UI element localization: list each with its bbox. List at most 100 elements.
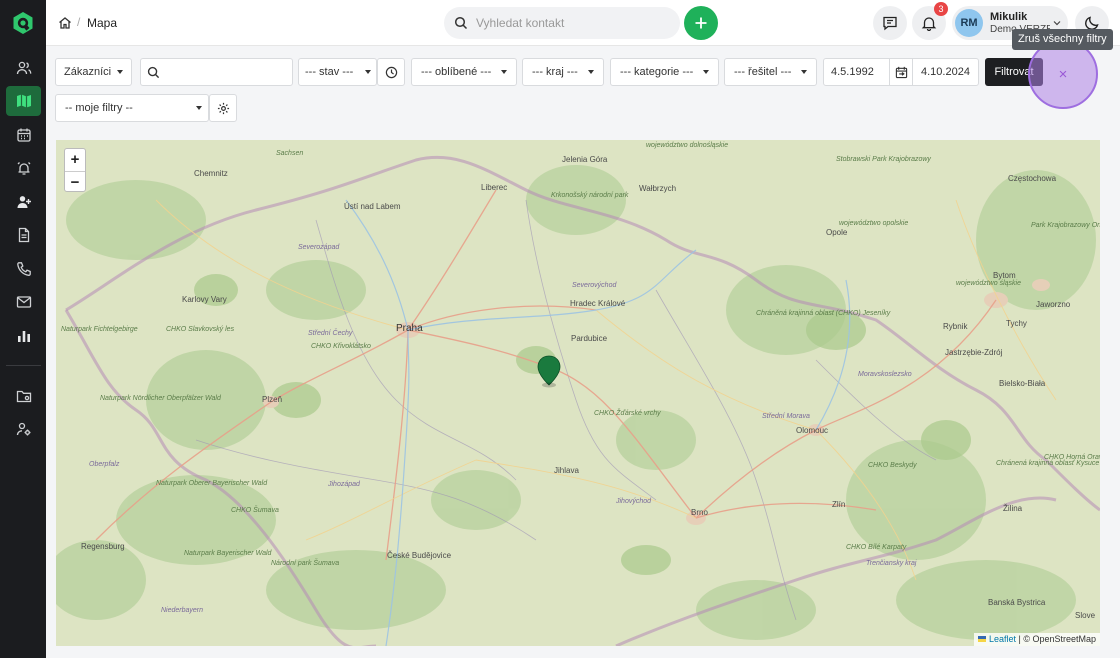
map-label-area: CHKO Šumava — [231, 507, 279, 514]
users-icon — [16, 61, 31, 75]
oblibene-select-label: --- oblíbené --- — [421, 66, 492, 78]
sidebar-item-calls[interactable] — [6, 254, 41, 284]
map-label-city: Hradec Králové — [570, 299, 626, 308]
caret-down-icon — [703, 70, 709, 74]
ukraine-flag-icon — [978, 636, 987, 642]
caret-down-icon — [117, 70, 123, 74]
plus-icon — [695, 17, 707, 29]
map-label-city: Liberec — [481, 183, 508, 192]
map-label-region: Niederbayern — [161, 607, 204, 614]
leaflet-link[interactable]: Leaflet — [989, 634, 1016, 644]
date-range-field[interactable]: 4.5.1992 4.10.2024 — [823, 58, 979, 86]
search-input[interactable] — [476, 7, 672, 39]
map-label-area: Chráněná krajinná oblast (CHKO) Jeseníky — [756, 310, 891, 317]
kategorie-select-label: --- kategorie --- — [620, 66, 694, 78]
home-icon[interactable] — [58, 16, 72, 30]
map-label-city: Regensburg — [81, 542, 125, 551]
map-label-city: Jelenia Góra — [562, 155, 608, 164]
my-filters-select[interactable]: -- moje filtry -- — [55, 94, 209, 122]
map-label-city: Žilina — [1003, 504, 1023, 513]
sidebar-item-calendar[interactable] — [6, 120, 41, 150]
avatar: RM — [955, 9, 983, 37]
map-label-city: Chemnitz — [194, 169, 228, 178]
sidebar-item-documents[interactable] — [6, 220, 41, 250]
mail-icon — [16, 296, 31, 308]
map-view[interactable]: + − Praha Jelenia Góra Wałbrzych Chemnit… — [56, 140, 1100, 646]
map-label-region: województwo opolskie — [839, 220, 909, 227]
map-label-city: Plzeň — [262, 395, 283, 404]
caret-down-icon — [588, 70, 594, 74]
map-label-city: Praha — [396, 323, 423, 334]
date-range-toggle[interactable] — [889, 59, 913, 85]
gear-icon — [217, 102, 229, 114]
clear-filters-tooltip: Zruš všechny filtry — [1012, 29, 1113, 50]
stav-select[interactable]: --- stav --- — [298, 58, 377, 86]
map-label-city: Opole — [826, 228, 848, 237]
date-from[interactable]: 4.5.1992 — [831, 66, 874, 78]
clock-icon — [385, 66, 397, 78]
resitel-select[interactable]: --- řešitel --- — [724, 58, 817, 86]
sidebar-item-user-settings[interactable] — [6, 414, 41, 444]
kraj-select-label: --- kraj --- — [532, 66, 578, 78]
map-label-area: Park Krajobrazowy Orlich Gniazd — [1031, 222, 1100, 229]
filter-settings-button[interactable] — [209, 94, 237, 122]
caret-down-icon — [196, 106, 202, 110]
map-label-region: Sachsen — [276, 150, 304, 157]
date-to[interactable]: 4.10.2024 — [921, 66, 970, 78]
map-label-area: Naturpark Fichtelgebirge — [61, 326, 138, 333]
map-label-region: Moravskoslezsko — [858, 371, 912, 378]
add-button[interactable] — [684, 6, 718, 40]
calendar-range-icon — [895, 66, 907, 78]
kraj-select[interactable]: --- kraj --- — [522, 58, 604, 86]
map-label-area: Stobrawski Park Krajobrazowy — [836, 156, 931, 163]
map-label-city: Jaworzno — [1036, 300, 1071, 309]
zoom-out-button[interactable]: − — [65, 171, 85, 193]
chevron-down-icon — [1053, 21, 1061, 26]
contact-search[interactable] — [444, 7, 680, 39]
map-label-city: Slove — [1075, 611, 1096, 620]
close-icon: × — [1058, 65, 1068, 83]
map-label-region: Jihovýchod — [616, 498, 652, 505]
filter-search-field[interactable] — [140, 58, 293, 86]
map-label-city: Jihlava — [554, 466, 579, 475]
map-label-region: województwo śląskie — [956, 280, 1021, 287]
attribution-text: | © OpenStreetMap — [1015, 634, 1096, 644]
map-label-city: Jastrzębie-Zdrój — [945, 348, 1003, 357]
map-label-city: Bytom — [993, 271, 1016, 280]
messages-button[interactable] — [873, 6, 907, 40]
sidebar — [0, 0, 46, 658]
map-label-area: CHKO Beskydy — [868, 462, 917, 469]
history-button[interactable] — [377, 58, 405, 86]
map-label-city: Pardubice — [571, 334, 608, 343]
kategorie-select[interactable]: --- kategorie --- — [610, 58, 719, 86]
map-label-region: Trenčiansky kraj — [866, 560, 917, 567]
alarm-icon — [17, 162, 30, 175]
map-label-area: Naturpark Bayerischer Wald — [184, 550, 272, 557]
sidebar-item-contacts[interactable] — [6, 53, 41, 83]
sidebar-item-alerts[interactable] — [6, 153, 41, 183]
user-settings-icon — [16, 422, 30, 436]
map-label-city: Wałbrzych — [639, 184, 677, 193]
search-icon — [147, 66, 160, 79]
folder-settings-icon — [16, 390, 31, 403]
map-label-city: Bielsko-Biała — [999, 379, 1046, 388]
sidebar-item-stats[interactable] — [6, 321, 41, 351]
chat-icon — [883, 16, 897, 31]
caret-down-icon — [365, 70, 371, 74]
zoom-in-button[interactable]: + — [65, 149, 85, 171]
app-logo-icon[interactable] — [11, 11, 35, 35]
user-add-icon — [17, 196, 31, 208]
page-title: Mapa — [87, 16, 118, 30]
sidebar-item-mail[interactable] — [6, 287, 41, 317]
notifications-button[interactable]: 3 — [912, 2, 948, 40]
sidebar-item-folders[interactable] — [6, 381, 41, 411]
oblibene-select[interactable]: --- oblíbené --- — [411, 58, 517, 86]
resitel-select-label: --- řešitel --- — [734, 66, 792, 78]
sidebar-item-users[interactable] — [6, 187, 41, 217]
map-label-area: Krkonošský národní park — [551, 192, 629, 199]
sidebar-item-map[interactable] — [6, 86, 41, 116]
map-label-city: České Budějovice — [387, 551, 452, 560]
type-select[interactable]: Zákazníci — [55, 58, 132, 86]
map-label-area: CHKO Slavkovský les — [166, 326, 235, 333]
map-label-city: Ústí nad Labem — [344, 202, 401, 211]
